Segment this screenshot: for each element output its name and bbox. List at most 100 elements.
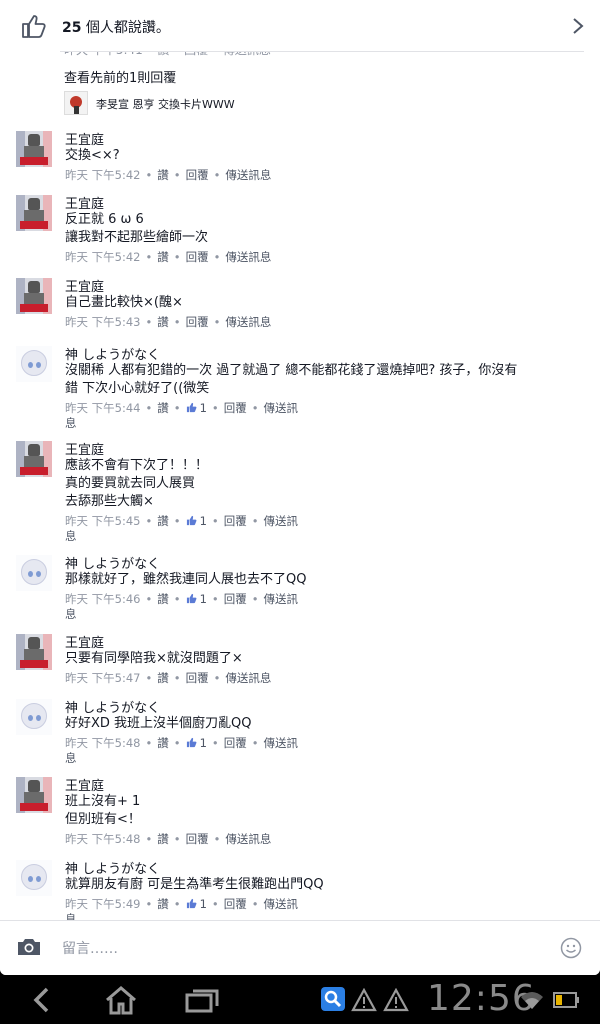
- like-link[interactable]: 讚: [157, 736, 169, 750]
- timestamp: 昨天 下午5:43: [65, 315, 141, 329]
- comment-author[interactable]: 神 しようがなく: [65, 697, 160, 716]
- reply-link[interactable]: 回覆: [186, 671, 209, 685]
- avatar[interactable]: [16, 131, 52, 167]
- comment-text-line: 沒關稀 人都有犯錯的一次 過了就過了 總不能都花錢了還燒掉吧? 孩子，你沒有: [65, 363, 518, 378]
- timestamp: 昨天 下午5:47: [65, 671, 141, 685]
- smiley-icon[interactable]: [560, 937, 582, 959]
- comment-author[interactable]: 王宜庭: [65, 775, 104, 794]
- send-message-link[interactable]: 傳送訊: [264, 897, 299, 911]
- reply-link[interactable]: 回覆: [224, 514, 247, 528]
- warning-icon: [351, 988, 377, 1012]
- like-link[interactable]: 讚: [157, 514, 169, 528]
- send-message-link[interactable]: 傳送訊息: [225, 168, 271, 182]
- send-message-link-wrap[interactable]: 息: [65, 415, 77, 431]
- comments-card: 25 個人都說讚。 昨天 下午5:41 • 讚 • 回覆 • 傳送訊息 查看先前…: [0, 0, 600, 975]
- comment-meta: 昨天 下午5:49 • 讚 • 1 • 回覆 • 傳送訊: [65, 897, 298, 911]
- camera-icon[interactable]: [16, 937, 42, 957]
- timestamp: 昨天 下午5:48: [65, 832, 141, 846]
- likes-label: 個人都說讚。: [81, 20, 170, 36]
- reply-link[interactable]: 回覆: [224, 592, 247, 606]
- divider: [60, 51, 584, 52]
- comment-author[interactable]: 王宜庭: [65, 129, 104, 148]
- avatar[interactable]: [16, 555, 52, 591]
- comment-author[interactable]: 王宜庭: [65, 193, 104, 212]
- avatar[interactable]: [16, 634, 52, 670]
- comment-author[interactable]: 王宜庭: [65, 439, 104, 458]
- comment-body: 沒關稀 人都有犯錯的一次 過了就過了 總不能都花錢了還燒掉吧? 孩子，你沒有錯 …: [65, 362, 565, 398]
- comment-text-line: 好好XD 我班上沒半個廚刀亂QQ: [65, 716, 252, 731]
- send-message-link-wrap[interactable]: 息: [65, 528, 77, 544]
- send-message-link-wrap[interactable]: 息: [65, 750, 77, 766]
- comment-author[interactable]: 王宜庭: [65, 276, 104, 295]
- send-message-link[interactable]: 傳送訊: [264, 514, 299, 528]
- avatar[interactable]: [16, 699, 52, 735]
- comment-body: 那樣就好了，雖然我連同人展也去不了QQ: [65, 571, 565, 589]
- send-message-link[interactable]: 傳送訊: [264, 736, 299, 750]
- like-count: 1: [199, 592, 207, 606]
- like-link[interactable]: 讚: [157, 592, 169, 606]
- send-message-link[interactable]: 傳送訊息: [225, 832, 271, 846]
- avatar[interactable]: [16, 441, 52, 477]
- comment-body: 應該不會有下次了！！！ 真的要買就去同人展買 去舔那些大觸×: [65, 457, 565, 511]
- comment-input[interactable]: [60, 933, 544, 965]
- like-link[interactable]: 讚: [157, 168, 169, 182]
- reply-link[interactable]: 回覆: [186, 315, 209, 329]
- avatar[interactable]: [16, 346, 52, 382]
- comment-meta: 昨天 下午5:45 • 讚 • 1 • 回覆 • 傳送訊: [65, 514, 298, 528]
- send-message-link[interactable]: 傳送訊: [264, 592, 299, 606]
- comment-text-line: 讓我對不起那些繪師一次: [65, 230, 209, 245]
- avatar[interactable]: [16, 777, 52, 813]
- timestamp: 昨天 下午5:45: [65, 514, 141, 528]
- comment-body: 班上沒有+ 1 但別班有<！: [65, 793, 565, 829]
- comment-body: 反正就 6 ω 6 讓我對不起那些繪師一次: [65, 211, 565, 247]
- avatar[interactable]: [16, 278, 52, 314]
- wifi-icon: [521, 992, 543, 1009]
- chevron-right-icon[interactable]: [572, 17, 584, 35]
- home-icon[interactable]: [104, 985, 138, 1015]
- comment-body: 就算朋友有廚 可是生為準考生很難跑出門QQ: [65, 876, 565, 894]
- comment-text-line: 錯 下次小心就好了((微笑: [65, 381, 210, 396]
- comment-text-line: 自己畫比較快×(醜×: [65, 295, 183, 310]
- comment-body: 交換<×?: [65, 147, 565, 165]
- comment-meta: 昨天 下午5:42 • 讚 • 回覆 • 傳送訊息: [65, 250, 272, 264]
- reply-link[interactable]: 回覆: [186, 168, 209, 182]
- like-link[interactable]: 讚: [157, 250, 169, 264]
- like-count: 1: [199, 514, 207, 528]
- reply-link[interactable]: 回覆: [224, 736, 247, 750]
- reply-preview-text: 李旻宣 恩亨 交換卡片WWW: [96, 98, 235, 111]
- search-icon[interactable]: [321, 987, 345, 1011]
- like-link[interactable]: 讚: [157, 315, 169, 329]
- like-link[interactable]: 讚: [157, 832, 169, 846]
- send-message-link-wrap[interactable]: 息: [65, 606, 77, 622]
- like-link[interactable]: 讚: [157, 671, 169, 685]
- recent-apps-icon[interactable]: [184, 987, 220, 1013]
- thumbs-up-icon: [22, 15, 46, 38]
- warning-icon: [383, 988, 409, 1012]
- reply-link[interactable]: 回覆: [224, 897, 247, 911]
- view-previous-replies-link[interactable]: 查看先前的1則回覆: [64, 67, 176, 86]
- back-icon[interactable]: [30, 987, 54, 1013]
- reply-link[interactable]: 回覆: [224, 401, 247, 415]
- avatar[interactable]: [16, 860, 52, 896]
- send-message-link[interactable]: 傳送訊息: [225, 250, 271, 264]
- like-link[interactable]: 讚: [157, 401, 169, 415]
- like-link[interactable]: 讚: [157, 897, 169, 911]
- comment-meta: 昨天 下午5:48 • 讚 • 回覆 • 傳送訊息: [65, 832, 272, 846]
- comment-author[interactable]: 神 しようがなく: [65, 553, 160, 572]
- send-message-link[interactable]: 傳送訊: [264, 401, 299, 415]
- reply-link[interactable]: 回覆: [186, 250, 209, 264]
- comment-author[interactable]: 神 しようがなく: [65, 858, 160, 877]
- reply-link[interactable]: 回覆: [186, 832, 209, 846]
- avatar[interactable]: [16, 195, 52, 231]
- comment-author[interactable]: 王宜庭: [65, 632, 104, 651]
- likes-header[interactable]: 25 個人都說讚。: [0, 0, 600, 52]
- send-message-link[interactable]: 傳送訊息: [225, 671, 271, 685]
- comment-meta: 昨天 下午5:42 • 讚 • 回覆 • 傳送訊息: [65, 168, 272, 182]
- send-message-link[interactable]: 傳送訊息: [225, 315, 271, 329]
- like-count: 1: [199, 736, 207, 750]
- timestamp: 昨天 下午5:42: [65, 250, 141, 264]
- comment-text-line: 那樣就好了，雖然我連同人展也去不了QQ: [65, 572, 307, 587]
- timestamp: 昨天 下午5:49: [65, 897, 141, 911]
- likes-summary: 25 個人都說讚。: [62, 17, 170, 37]
- comment-author[interactable]: 神 しようがなく: [65, 344, 160, 363]
